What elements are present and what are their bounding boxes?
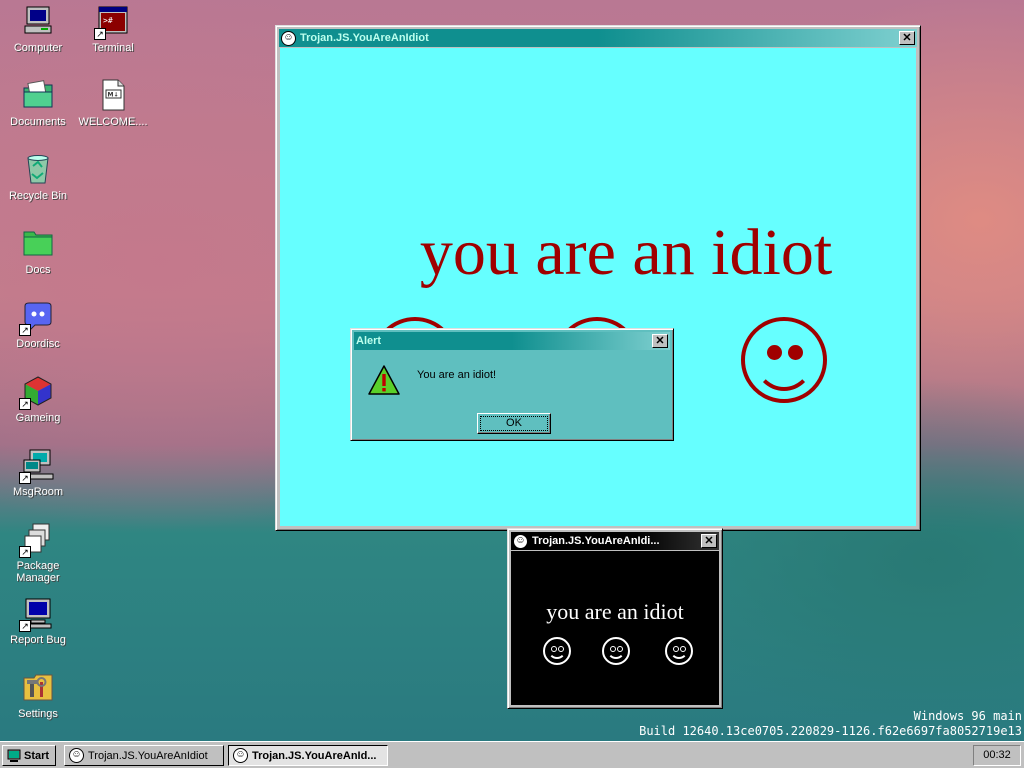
desktop-icon-report-bug[interactable]: Report Bug [1,596,75,646]
taskbar-item-small-window[interactable]: ☺ Trojan.JS.YouAreAnId... [228,745,388,766]
taskbar-item-main-window[interactable]: ☺ Trojan.JS.YouAreAnIdiot [64,745,224,766]
close-icon[interactable]: ✕ [701,534,717,548]
package-icon [19,522,55,558]
main-idiot-window[interactable]: ☺ Trojan.JS.YouAreAnIdiot ✕ you are an i… [275,25,921,531]
close-icon[interactable]: ✕ [652,334,668,348]
computer-icon [21,4,55,38]
window-title: Trojan.JS.YouAreAnIdi... [532,535,660,547]
main-window-content: you are an idiot [280,48,916,526]
desktop-icon-docs[interactable]: Docs [1,226,75,276]
desktop-icon-label: Computer [13,42,63,54]
terminal-icon: ># [94,4,130,40]
smiley-mouth [754,329,814,391]
warning-icon [368,365,400,395]
taskbar-item-label: Trojan.JS.YouAreAnIdiot [88,749,208,762]
recycle-bin-icon [21,152,55,186]
os-build-watermark: Build 12640.13ce0705.220829-1126.f62e669… [639,724,1022,738]
smiley-icon: ☺ [281,30,296,46]
desktop-icon-computer[interactable]: Computer [1,4,75,54]
smiley-icon: ☺ [233,748,248,763]
desktop-icon-label: Doordisc [16,338,60,350]
chat-bubble-icon [19,300,55,336]
desktop-icon-doordisc[interactable]: Doordisc [1,300,75,350]
alert-titlebar[interactable]: Alert ✕ [354,332,670,350]
desktop-icon-label: Gameing [15,412,61,424]
desktop-icon-label: Report Bug [10,634,66,646]
ok-button[interactable]: OK [477,413,551,434]
small-window-titlebar[interactable]: ☺ Trojan.JS.YouAreAnIdi... ✕ [511,532,719,550]
desktop-icon-welcome[interactable]: M↓ WELCOME.... [76,78,150,128]
small-idiot-window[interactable]: ☺ Trojan.JS.YouAreAnIdi... ✕ you are an … [507,528,723,709]
desktop-icon-package-manager[interactable]: Package Manager [1,522,75,584]
desktop-icon-msgroom[interactable]: MsgRoom [1,448,75,498]
desktop-icon-settings[interactable]: Settings [1,670,75,720]
smiley-mouth [607,641,625,659]
desktop-icon-label: Recycle Bin [8,190,68,202]
markdown-file-icon: M↓ [96,78,130,112]
smiley-icon: ☺ [69,748,84,763]
desktop-icon-label: WELCOME.... [78,116,148,128]
folder-documents-icon [21,78,55,112]
alert-title: Alert [356,335,382,347]
smiley-face-3 [741,317,827,403]
desktop-icon-label: Terminal [92,42,134,54]
taskbar-item-label: Trojan.JS.YouAreAnId... [252,749,377,762]
svg-text:>#: ># [103,16,113,25]
monitor-icon [19,596,55,632]
desktop: Computer Documents Recycle Bin Docs ↗ Do… [0,0,1024,741]
window-title: Trojan.JS.YouAreAnIdiot [300,32,429,44]
main-window-titlebar[interactable]: ☺ Trojan.JS.YouAreAnIdiot ✕ [279,29,917,47]
taskbar: Start ☺ Trojan.JS.YouAreAnIdiot ☺ Trojan… [0,741,1024,768]
small-smiley-1 [543,637,571,665]
desktop-icon-label: Package Manager [16,560,60,584]
cube-icon [19,374,55,410]
desktop-icon-label: Docs [25,264,51,276]
svg-text:M↓: M↓ [108,92,119,99]
desktop-icon-label: Settings [18,708,58,720]
desktop-icon-recycle-bin[interactable]: Recycle Bin [1,152,75,202]
desktop-icon-gameing[interactable]: Gameing [1,374,75,424]
close-icon[interactable]: ✕ [899,31,915,45]
alert-dialog[interactable]: Alert ✕ You are an idiot! OK [350,328,674,441]
smiley-mouth [670,641,688,659]
network-computer-icon [19,448,55,484]
small-window-message: you are an idiot [546,599,684,624]
desktop-icon-documents[interactable]: Documents [1,78,75,128]
start-logo-icon [7,749,21,763]
small-smiley-2 [602,637,630,665]
start-label: Start [24,749,50,762]
desktop-icon-terminal[interactable]: ># Terminal [76,4,150,54]
alert-message: You are an idiot! [417,369,497,381]
folder-icon [21,226,55,260]
settings-tools-icon [21,670,55,704]
main-window-message: you are an idiot [419,216,833,289]
small-smiley-3 [665,637,693,665]
taskbar-clock: 00:32 [973,745,1021,766]
os-version-watermark: Windows 96 main [913,709,1022,723]
smiley-mouth [548,641,566,659]
smiley-icon: ☺ [513,533,528,549]
start-button[interactable]: Start [2,745,56,766]
desktop-icon-label: MsgRoom [12,486,64,498]
desktop-icon-label: Documents [10,116,66,128]
small-window-content: you are an idiot [511,551,719,705]
